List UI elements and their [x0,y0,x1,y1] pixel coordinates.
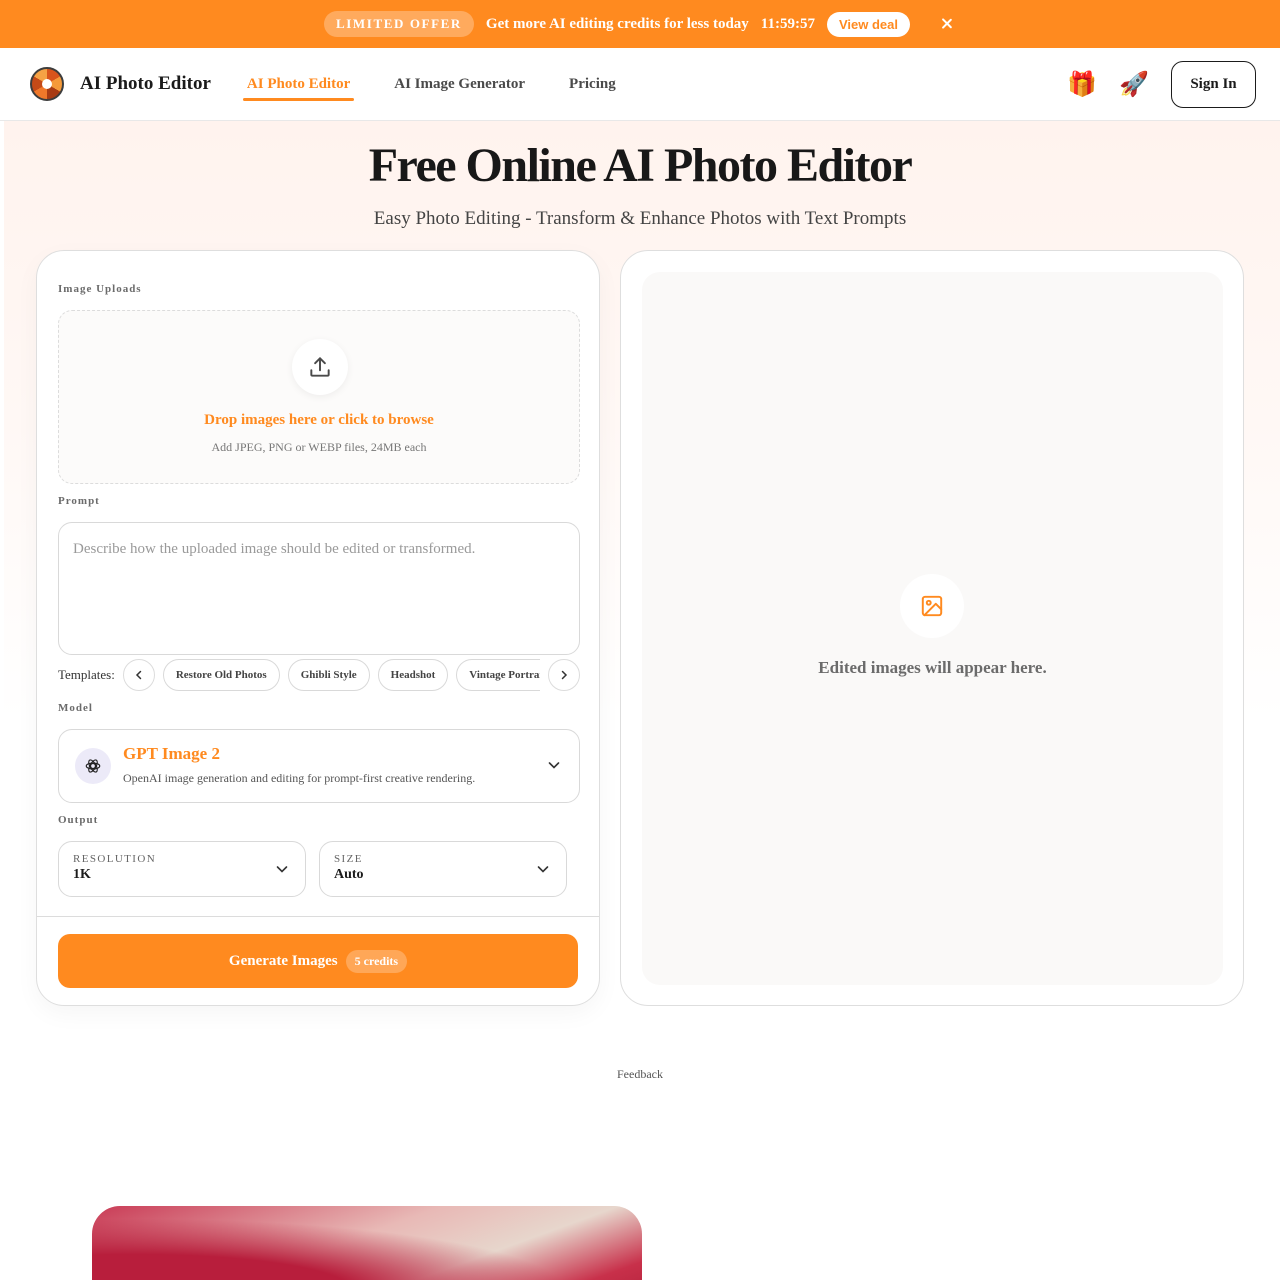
template-chip[interactable]: Headshot [377,659,449,691]
chevron-down-icon [537,866,549,873]
output-label: Output [58,814,99,826]
generate-images-button[interactable]: Generate Images 5 credits [58,934,578,988]
chevron-right-icon [561,670,568,680]
result-placeholder: Edited images will appear here. [818,658,1047,677]
template-chip[interactable]: Vintage Portrait [456,659,540,691]
view-deal-button[interactable]: View deal [826,11,910,37]
model-description: OpenAI image generation and editing for … [123,771,476,785]
nav-item-ai-image-generator[interactable]: AI Image Generator [390,48,529,120]
resolution-select[interactable]: RESOLUTION 1K [58,841,306,897]
model-select[interactable]: GPT Image 2 OpenAI image generation and … [58,729,580,803]
image-uploads-label: Image Uploads [58,283,142,295]
templates-label: Templates: [58,667,115,682]
logo-icon[interactable] [30,67,64,101]
promo-bar: LIMITED OFFER Get more AI editing credit… [0,0,1280,48]
prompt-label: Prompt [58,495,100,507]
upload-icon [292,339,348,395]
templates-row: Templates: Restore Old Photos Ghibli Sty… [58,659,580,691]
model-label: Model [58,702,93,714]
panel-divider [37,916,599,917]
editor-panel: Image Uploads Drop images here or click … [36,250,600,1006]
size-select[interactable]: SIZE Auto [319,841,567,897]
openai-icon [75,748,111,784]
header-actions: 🎁 🚀 Sign In [1067,60,1256,108]
template-chips: Restore Old Photos Ghibli Style Headshot… [162,659,540,691]
promo-badge: LIMITED OFFER [324,11,474,37]
credits-badge: 5 credits [345,949,408,973]
image-dropzone[interactable]: Drop images here or click to browse Add … [58,310,580,484]
result-area: Edited images will appear here. [642,272,1223,985]
site-header: AI Photo Editor AI Photo Editor AI Image… [0,48,1280,121]
size-label: SIZE [334,853,363,865]
resolution-label: RESOLUTION [73,853,157,865]
result-panel: Edited images will appear here. [620,250,1244,1006]
chevron-down-icon [548,762,560,769]
rocket-icon[interactable]: 🚀 [1119,70,1149,98]
prompt-input[interactable] [58,522,580,655]
sign-in-button[interactable]: Sign In [1171,60,1256,108]
image-icon [900,574,964,638]
resolution-value: 1K [73,867,91,882]
generate-label: Generate Images [228,952,338,969]
feedback-link[interactable]: Feedback [0,1067,1280,1082]
template-chip[interactable]: Restore Old Photos [162,659,280,691]
page-subtitle: Easy Photo Editing - Transform & Enhance… [373,208,907,229]
showcase-image [92,1206,642,1280]
model-name: GPT Image 2 [123,744,220,763]
nav-item-pricing[interactable]: Pricing [565,48,620,120]
nav-item-ai-photo-editor[interactable]: AI Photo Editor [242,48,355,120]
size-value: Auto [334,867,364,882]
close-icon[interactable] [938,15,956,33]
dropzone-hint: Add JPEG, PNG or WEBP files, 24MB each [211,440,427,454]
templates-next-button[interactable] [548,659,580,691]
page-title: Free Online AI Photo Editor [368,139,913,192]
promo-timer: 11:59:57 [760,15,815,32]
main-nav: AI Photo Editor AI Image Generator Prici… [242,48,638,120]
templates-prev-button[interactable] [122,659,155,691]
template-chip[interactable]: Ghibli Style [287,659,370,691]
dropzone-title: Drop images here or click to browse [204,412,434,428]
chevron-down-icon [276,866,288,873]
chevron-left-icon [135,670,142,680]
gift-icon[interactable]: 🎁 [1067,70,1097,98]
promo-text: Get more AI editing credits for less tod… [485,15,749,32]
brand-name[interactable]: AI Photo Editor [80,73,211,95]
